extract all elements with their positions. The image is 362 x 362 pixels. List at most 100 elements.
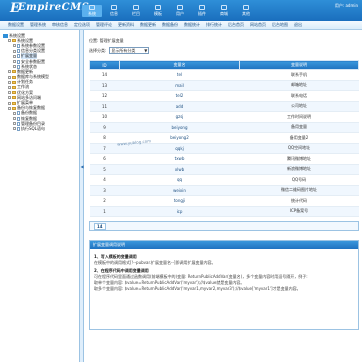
expand-toggle-icon[interactable] bbox=[8, 75, 11, 79]
table-row[interactable]: 9 beiyong 备用变量 bbox=[89, 122, 359, 133]
topnav-plugin[interactable]: 插件 bbox=[192, 5, 212, 17]
expand-toggle-icon[interactable] bbox=[8, 101, 11, 105]
topnav-user[interactable]: 用户 bbox=[170, 5, 190, 17]
topnav-label: 系统 bbox=[88, 11, 96, 16]
table-row[interactable]: 4 qq QQ号码 bbox=[89, 174, 359, 186]
cell-var-name[interactable]: add bbox=[119, 101, 240, 112]
column-header-name[interactable]: 变量名 bbox=[119, 60, 240, 70]
expand-toggle-icon[interactable] bbox=[8, 96, 11, 100]
topnav-shop[interactable]: 商城 bbox=[214, 5, 234, 17]
sidebar-item[interactable]: 执行SQL语句 bbox=[3, 126, 79, 131]
subnav-item[interactable]: 更新资料 bbox=[118, 22, 134, 28]
cell-var-name[interactable]: tel bbox=[119, 69, 240, 81]
category-filter: 选择分类: 显示所有分类 ▼ bbox=[89, 47, 150, 54]
help-text-1: 在模板中的调用格式[!--pubvar.扩展变量名--]即调用扩展变量内容。 bbox=[94, 260, 216, 265]
expand-toggle-icon[interactable] bbox=[8, 91, 11, 95]
subnav-item[interactable]: 后台地图 bbox=[272, 22, 288, 28]
column-header-desc[interactable]: 变量说明 bbox=[239, 60, 359, 70]
topnav-label: 用户 bbox=[176, 11, 184, 16]
column-header-id[interactable]: ID bbox=[89, 60, 120, 70]
expand-toggle-icon[interactable] bbox=[13, 60, 16, 64]
subnav-item[interactable]: 管理评论 bbox=[96, 22, 112, 28]
cell-var-name[interactable]: gzsj bbox=[119, 111, 240, 123]
page-number[interactable]: 14 bbox=[94, 222, 106, 230]
expand-toggle-icon[interactable] bbox=[13, 127, 16, 131]
cell-var-name[interactable]: beiyong bbox=[119, 122, 240, 133]
expand-toggle-icon[interactable] bbox=[13, 44, 16, 48]
filter-label: 选择分类: bbox=[89, 47, 107, 53]
subnav-item[interactable]: 排行统计 bbox=[206, 22, 222, 28]
subnav-item[interactable]: 网站首页 bbox=[250, 22, 266, 28]
table-row[interactable]: 6 txwb 腾讯微博地址 bbox=[89, 153, 359, 165]
cell-var-name[interactable]: txwb bbox=[119, 153, 240, 165]
subnav-item[interactable]: 退出 bbox=[294, 22, 302, 28]
subnav-item[interactable]: 数据设置 bbox=[8, 22, 24, 28]
expand-toggle-icon[interactable] bbox=[8, 80, 11, 84]
expand-toggle-icon[interactable] bbox=[13, 65, 16, 69]
sidebar-splitter[interactable] bbox=[80, 30, 84, 362]
cell-var-desc: QQ号码 bbox=[239, 174, 359, 186]
topnav-label: 插件 bbox=[198, 11, 206, 16]
expand-toggle-icon[interactable] bbox=[8, 39, 11, 43]
main-content: 位置: 管理扩展变量 选择分类: 显示所有分类 ▼ ID 变量名 变量说明 14… bbox=[85, 30, 362, 362]
topnav-other[interactable]: 其他 bbox=[236, 5, 256, 17]
document-icon bbox=[17, 59, 20, 64]
chevron-down-icon: ▼ bbox=[144, 48, 148, 53]
topnav-template[interactable]: 模板 bbox=[148, 5, 168, 17]
cell-id: 14 bbox=[89, 69, 120, 81]
cell-id: 5 bbox=[89, 164, 120, 175]
table-row[interactable]: 3 weixin 微信二维码图片地址 bbox=[89, 185, 359, 196]
expand-toggle-icon[interactable] bbox=[13, 122, 16, 126]
table-row[interactable]: 10 gzsj 工作时间说明 bbox=[89, 111, 359, 123]
expand-toggle-icon[interactable] bbox=[8, 106, 11, 110]
topnav-column[interactable]: 栏目 bbox=[126, 5, 146, 17]
cell-var-name[interactable]: tel2 bbox=[119, 90, 240, 102]
cell-id: 8 bbox=[89, 132, 120, 144]
folder-icon bbox=[12, 91, 16, 95]
cell-var-name[interactable]: mail bbox=[119, 80, 240, 91]
sidebar-item-label: 执行SQL语句 bbox=[21, 125, 45, 131]
subnav-item[interactable]: 管理系统 bbox=[30, 22, 46, 28]
help-text-4: 取多个变量内容: $value=ReturnPublicAddVar('myva… bbox=[94, 286, 301, 291]
expand-toggle-icon[interactable] bbox=[13, 54, 16, 58]
category-select[interactable]: 显示所有分类 ▼ bbox=[109, 47, 150, 54]
folder-icon bbox=[12, 39, 16, 43]
subnav-item[interactable]: 数据更新 bbox=[140, 22, 156, 28]
table-row[interactable]: 13 mail 邮箱地址 bbox=[89, 80, 359, 91]
subnav-item[interactable]: 审核信息 bbox=[52, 22, 68, 28]
cell-id: 3 bbox=[89, 185, 120, 196]
help-title: 扩展变量调用说明 bbox=[90, 241, 358, 249]
table-header-row: ID 变量名 变量说明 bbox=[89, 60, 359, 70]
table-row[interactable]: 2 tongji 统计代码 bbox=[89, 195, 359, 207]
folder-icon bbox=[12, 80, 16, 84]
collapse-arrow-icon[interactable]: ◀ bbox=[80, 164, 84, 172]
expand-toggle-icon[interactable] bbox=[13, 111, 16, 115]
topnav-info[interactable]: 信息 bbox=[104, 5, 124, 17]
subnav-item[interactable]: 后台首页 bbox=[228, 22, 244, 28]
cell-id: 12 bbox=[89, 90, 120, 102]
cell-var-desc: 工作时间说明 bbox=[239, 111, 359, 123]
expand-toggle-icon[interactable] bbox=[8, 70, 11, 74]
expand-toggle-icon[interactable] bbox=[8, 85, 11, 89]
subnav-item[interactable]: 数据统计 bbox=[184, 22, 200, 28]
table-row[interactable]: 14 tel 联系手机 bbox=[89, 69, 359, 81]
cell-var-desc: 备用变量 bbox=[239, 122, 359, 133]
cell-var-name[interactable]: qq bbox=[119, 174, 240, 186]
folder-icon bbox=[12, 85, 16, 89]
table-row[interactable]: 5 xlwb 新浪微博地址 bbox=[89, 164, 359, 175]
expand-toggle-icon[interactable] bbox=[13, 49, 16, 53]
table-row[interactable]: 1 icp ICP备案号 bbox=[89, 206, 359, 217]
other-icon bbox=[243, 5, 249, 10]
cell-var-name[interactable]: weixin bbox=[119, 185, 240, 196]
subnav-item[interactable]: 数据备份 bbox=[162, 22, 178, 28]
cell-var-name[interactable]: icp bbox=[119, 206, 240, 217]
table-row[interactable]: 12 tel2 联系电话 bbox=[89, 90, 359, 102]
cell-id: 4 bbox=[89, 174, 120, 186]
info-icon bbox=[111, 5, 117, 10]
topnav-system[interactable]: 系统 bbox=[82, 5, 102, 17]
cell-var-name[interactable]: xlwb bbox=[119, 164, 240, 175]
expand-toggle-icon[interactable] bbox=[13, 117, 16, 121]
cell-var-name[interactable]: tongji bbox=[119, 195, 240, 207]
table-row[interactable]: 11 add 公司地址 bbox=[89, 101, 359, 112]
subnav-item[interactable]: 定位选项 bbox=[74, 22, 90, 28]
